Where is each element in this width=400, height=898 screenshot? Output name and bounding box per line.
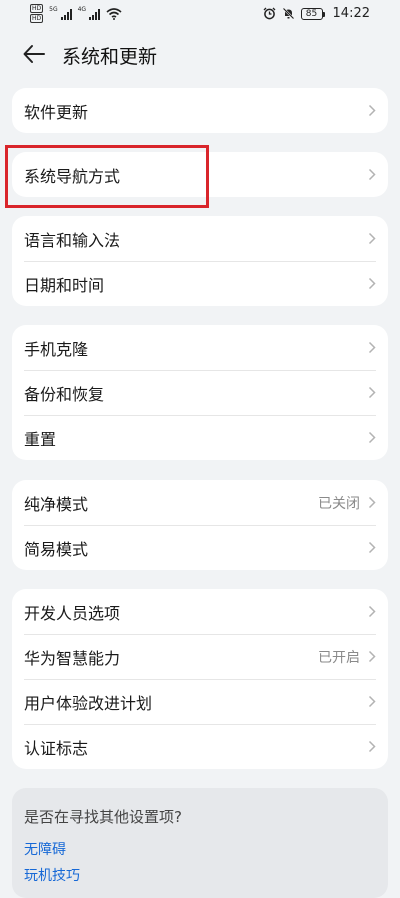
row-certification-logos[interactable]: 认证标志	[12, 724, 388, 769]
chevron-right-icon	[368, 341, 376, 354]
row-label: 华为智慧能力	[24, 648, 121, 668]
network-type-2: 4G	[77, 6, 87, 13]
signal-icon-1	[60, 8, 72, 20]
link-accessibility[interactable]: 无障碍	[24, 839, 376, 865]
row-label: 语言和输入法	[24, 230, 121, 250]
status-left: HD HD 5G 4G	[30, 4, 122, 23]
row-system-navigation[interactable]: 系统导航方式	[12, 152, 388, 197]
battery-icon: 85	[300, 7, 325, 20]
sim-indicators: HD HD	[30, 4, 44, 23]
settings-group-modes: 纯净模式 已关闭 简易模式	[12, 480, 388, 570]
row-label: 手机克隆	[24, 339, 89, 359]
status-right: 85 14:22	[263, 6, 370, 21]
chevron-right-icon	[368, 605, 376, 618]
row-label: 日期和时间	[24, 275, 105, 295]
row-label: 用户体验改进计划	[24, 693, 153, 713]
row-software-update[interactable]: 软件更新	[12, 88, 388, 133]
back-arrow-icon[interactable]	[22, 43, 46, 65]
settings-group-advanced: 开发人员选项 华为智慧能力 已开启 用户体验改进计划 认证标志	[12, 589, 388, 769]
row-developer-options[interactable]: 开发人员选项	[12, 589, 388, 634]
chevron-right-icon	[368, 104, 376, 117]
row-label: 简易模式	[24, 539, 89, 559]
hd-badge-1: HD	[30, 4, 44, 13]
alarm-icon	[263, 7, 275, 20]
suggestion-question: 是否在寻找其他设置项?	[24, 808, 182, 826]
row-label: 纯净模式	[24, 494, 89, 514]
app-header: 系统和更新	[0, 30, 400, 78]
suggestion-card: 是否在寻找其他设置项? 无障碍 玩机技巧	[12, 788, 388, 898]
settings-group-locale: 语言和输入法 日期和时间	[12, 216, 388, 306]
chevron-right-icon	[368, 168, 376, 181]
link-tips[interactable]: 玩机技巧	[24, 865, 376, 891]
chevron-right-icon	[368, 277, 376, 290]
row-label: 认证标志	[24, 738, 89, 758]
settings-group-update: 软件更新	[12, 88, 388, 133]
row-label: 备份和恢复	[24, 384, 105, 404]
network-type-1: 5G	[49, 6, 58, 13]
row-user-experience-program[interactable]: 用户体验改进计划	[12, 679, 388, 724]
row-label: 开发人员选项	[24, 603, 121, 623]
row-backup-restore[interactable]: 备份和恢复	[12, 370, 388, 415]
hd-badge-2: HD	[30, 14, 44, 23]
row-label: 系统导航方式	[24, 166, 121, 186]
chevron-right-icon	[368, 386, 376, 399]
mute-icon	[282, 7, 294, 20]
chevron-right-icon	[368, 740, 376, 753]
row-reset[interactable]: 重置	[12, 415, 388, 460]
settings-group-backup: 手机克隆 备份和恢复 重置	[12, 325, 388, 460]
row-label: 重置	[24, 429, 57, 449]
row-label: 软件更新	[24, 102, 89, 122]
row-date-time[interactable]: 日期和时间	[12, 261, 388, 306]
row-status-value: 已开启	[318, 649, 360, 666]
chevron-right-icon	[368, 541, 376, 554]
chevron-right-icon	[368, 232, 376, 245]
row-language-input[interactable]: 语言和输入法	[12, 216, 388, 261]
status-bar: HD HD 5G 4G 85 14:22	[0, 0, 400, 28]
page-title: 系统和更新	[62, 46, 158, 68]
status-time: 14:22	[332, 6, 370, 21]
row-simple-mode[interactable]: 简易模式	[12, 525, 388, 570]
row-pure-mode[interactable]: 纯净模式 已关闭	[12, 480, 388, 525]
row-huawei-intelligence[interactable]: 华为智慧能力 已开启	[12, 634, 388, 679]
row-phone-clone[interactable]: 手机克隆	[12, 325, 388, 370]
chevron-right-icon	[368, 431, 376, 444]
chevron-right-icon	[368, 695, 376, 708]
chevron-right-icon	[368, 650, 376, 663]
settings-group-navigation: 系统导航方式	[12, 152, 388, 197]
signal-icon-2	[89, 8, 101, 20]
row-status-value: 已关闭	[318, 495, 360, 512]
wifi-icon	[106, 7, 122, 20]
chevron-right-icon	[368, 496, 376, 509]
